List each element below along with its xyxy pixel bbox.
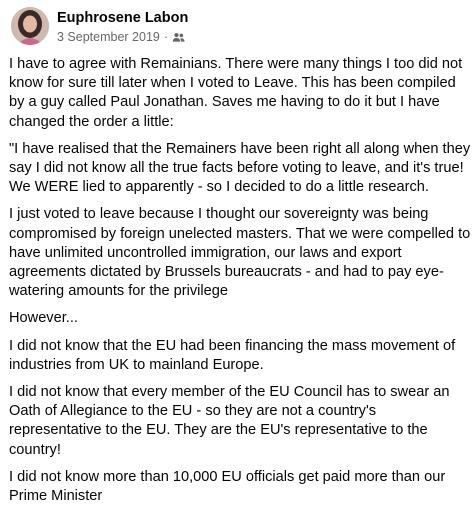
post-paragraph: I just voted to leave because I thought … (9, 206, 471, 300)
meta-separator: · (163, 30, 169, 44)
post-header: Euphrosene Labon 3 September 2019 · (0, 0, 473, 54)
post-paragraph: I did not know more than 10,000 EU offic… (9, 468, 446, 505)
friends-icon[interactable] (172, 31, 185, 44)
post-meta: 3 September 2019 · (57, 30, 185, 44)
author-avatar[interactable] (11, 7, 49, 45)
post-paragraph: "I have realised that the Remainers have… (9, 140, 471, 196)
post-timestamp[interactable]: 3 September 2019 (57, 30, 160, 44)
post-paragraph: I have to agree with Remainians. There w… (9, 56, 463, 130)
avatar-photo (11, 7, 49, 45)
author-name[interactable]: Euphrosene Labon (57, 10, 188, 26)
post-paragraph: I did not know that every member of the … (9, 384, 450, 458)
post-paragraph: I did not know that the EU had been fina… (9, 337, 456, 373)
post-text: I have to agree with Remainians. There w… (9, 55, 471, 514)
post-paragraph: However... (9, 310, 78, 327)
